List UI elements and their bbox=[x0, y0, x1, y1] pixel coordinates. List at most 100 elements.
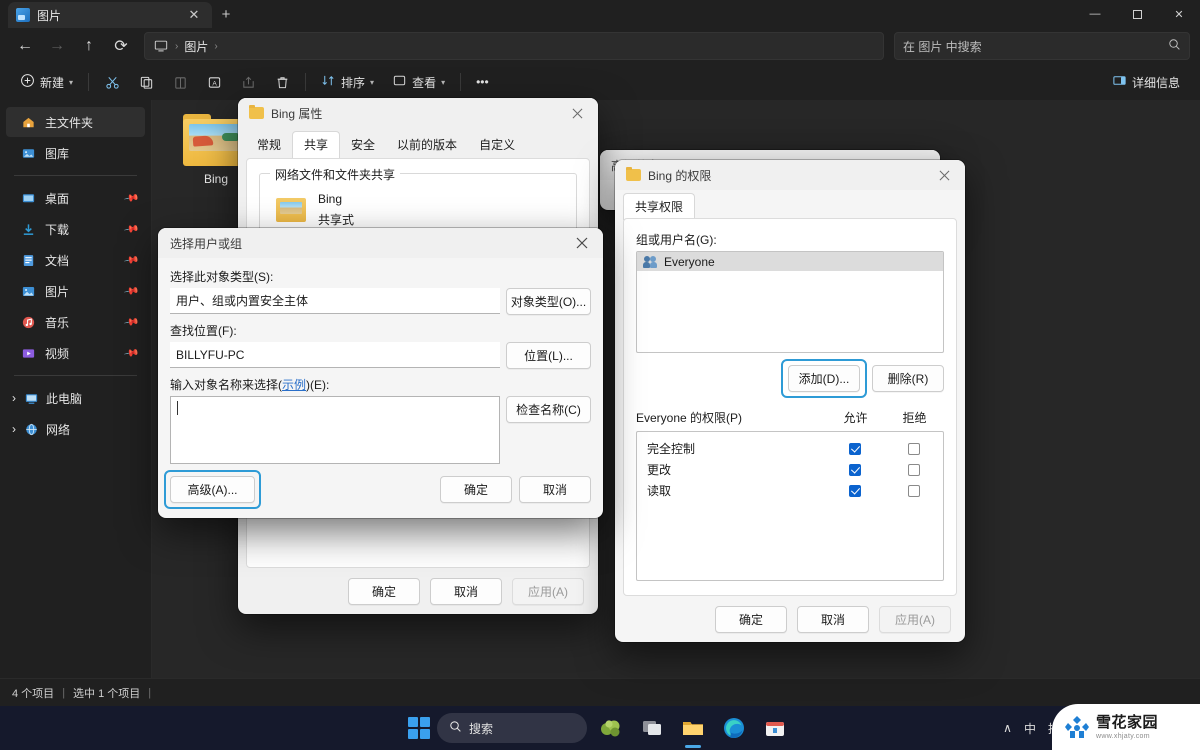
back-button[interactable]: ← bbox=[10, 32, 40, 60]
table-row[interactable]: 更改 bbox=[637, 459, 943, 480]
microsoft-store-icon[interactable] bbox=[758, 711, 792, 745]
check-names-button[interactable]: 检查名称(C) bbox=[506, 396, 591, 423]
sidebar-item-pictures[interactable]: 图片 📌 bbox=[6, 276, 145, 306]
tray-chevron-icon[interactable]: ∧ bbox=[1003, 721, 1012, 735]
select-users-cancel-button[interactable]: 取消 bbox=[519, 476, 591, 503]
deny-checkbox-cell[interactable] bbox=[884, 463, 943, 476]
tab-security[interactable]: 安全 bbox=[340, 132, 386, 158]
pin-icon[interactable]: 📌 bbox=[123, 252, 140, 268]
permissions-cancel-button[interactable]: 取消 bbox=[797, 605, 869, 633]
location-value[interactable]: BILLYFU-PC bbox=[170, 342, 500, 368]
tab-customize[interactable]: 自定义 bbox=[468, 132, 526, 158]
sidebar-item-gallery[interactable]: 图库 bbox=[6, 138, 145, 168]
details-pane-button[interactable]: 详细信息 bbox=[1104, 68, 1188, 96]
properties-ok-button[interactable]: 确定 bbox=[348, 577, 420, 605]
share-name: Bing bbox=[318, 192, 343, 206]
allow-checkbox-cell[interactable] bbox=[825, 484, 884, 497]
deny-checkbox[interactable] bbox=[907, 463, 920, 476]
deny-checkbox-cell[interactable] bbox=[884, 442, 943, 455]
examples-link[interactable]: 示例 bbox=[282, 378, 306, 392]
permissions-dialog[interactable]: Bing 的权限 共享权限 组或用户名(G): Everyone 添加(D)..… bbox=[615, 160, 965, 642]
deny-checkbox[interactable] bbox=[907, 442, 920, 455]
rename-button[interactable]: A bbox=[198, 68, 230, 96]
start-button[interactable] bbox=[408, 717, 430, 739]
more-options-button[interactable]: ••• bbox=[468, 68, 497, 96]
minimize-button[interactable]: — bbox=[1074, 0, 1116, 28]
group-user-list[interactable]: Everyone bbox=[636, 251, 944, 353]
sidebar-item-desktop[interactable]: 桌面 📌 bbox=[6, 183, 145, 213]
allow-checkbox-cell[interactable] bbox=[825, 463, 884, 476]
taskbar-search-input[interactable]: 搜索 bbox=[437, 713, 587, 743]
deny-checkbox[interactable] bbox=[907, 484, 920, 497]
task-view-icon[interactable] bbox=[635, 711, 669, 745]
allow-checkbox-cell[interactable] bbox=[825, 442, 884, 455]
view-icon bbox=[392, 73, 407, 91]
close-window-button[interactable]: ✕ bbox=[1158, 0, 1200, 28]
sort-button[interactable]: 排序 ▾ bbox=[313, 68, 382, 96]
object-names-input[interactable] bbox=[170, 396, 500, 464]
maximize-button[interactable] bbox=[1116, 0, 1158, 28]
allow-checkbox[interactable] bbox=[848, 442, 861, 455]
chevron-right-icon[interactable]: › bbox=[12, 391, 16, 405]
properties-cancel-button[interactable]: 取消 bbox=[430, 577, 502, 605]
locations-button[interactable]: 位置(L)... bbox=[506, 342, 591, 369]
sidebar-item-music[interactable]: 音乐 📌 bbox=[6, 307, 145, 337]
tab-previous-versions[interactable]: 以前的版本 bbox=[386, 132, 468, 158]
breadcrumb-item-pictures[interactable]: 图片 bbox=[184, 38, 208, 55]
network-icon bbox=[23, 421, 39, 437]
taskbar-game-icon[interactable] bbox=[594, 711, 628, 745]
explorer-tab[interactable]: 图片 ✕ bbox=[8, 2, 212, 28]
cut-button[interactable] bbox=[96, 68, 128, 96]
search-input[interactable]: 在 图片 中搜索 bbox=[894, 32, 1190, 60]
edge-browser-icon[interactable] bbox=[717, 711, 751, 745]
allow-checkbox[interactable] bbox=[848, 484, 861, 497]
breadcrumb[interactable]: › 图片 › bbox=[144, 32, 884, 60]
file-explorer-icon[interactable] bbox=[676, 711, 710, 748]
chevron-right-icon[interactable]: › bbox=[12, 422, 16, 436]
ime-mode-indicator[interactable]: 中 bbox=[1024, 720, 1036, 737]
select-users-dialog[interactable]: 选择用户或组 选择此对象类型(S): 用户、组或内置安全主体 对象类型(O)..… bbox=[158, 228, 603, 518]
taskbar-center: 搜索 bbox=[408, 711, 792, 748]
pin-icon[interactable]: 📌 bbox=[123, 345, 140, 361]
close-tab-icon[interactable]: ✕ bbox=[184, 5, 204, 25]
list-item[interactable]: Everyone bbox=[637, 252, 943, 271]
object-type-value[interactable]: 用户、组或内置安全主体 bbox=[170, 288, 500, 314]
advanced-button[interactable]: 高级(A)... bbox=[170, 476, 255, 503]
select-users-ok-button[interactable]: 确定 bbox=[440, 476, 512, 503]
pin-icon[interactable]: 📌 bbox=[123, 221, 140, 237]
table-row[interactable]: 完全控制 bbox=[637, 438, 943, 459]
sidebar-item-home[interactable]: 主文件夹 bbox=[6, 107, 145, 137]
permissions-ok-button[interactable]: 确定 bbox=[715, 605, 787, 633]
up-button[interactable]: ↑ bbox=[74, 32, 104, 60]
sidebar-item-documents[interactable]: 文档 📌 bbox=[6, 245, 145, 275]
table-row[interactable]: 读取 bbox=[637, 480, 943, 501]
refresh-button[interactable]: ⟳ bbox=[106, 32, 136, 60]
shared-folder-icon bbox=[276, 198, 306, 222]
allow-checkbox[interactable] bbox=[848, 463, 861, 476]
close-icon[interactable] bbox=[567, 230, 597, 256]
sidebar-item-this-pc[interactable]: › 此电脑 bbox=[6, 383, 145, 413]
pin-icon[interactable]: 📌 bbox=[123, 314, 140, 330]
sidebar-item-downloads[interactable]: 下载 📌 bbox=[6, 214, 145, 244]
copy-button[interactable] bbox=[130, 68, 162, 96]
new-button[interactable]: 新建 ▾ bbox=[12, 68, 81, 96]
sidebar-item-videos[interactable]: 视频 📌 bbox=[6, 338, 145, 368]
object-types-button[interactable]: 对象类型(O)... bbox=[506, 288, 591, 315]
add-button[interactable]: 添加(D)... bbox=[788, 365, 860, 392]
close-icon[interactable] bbox=[562, 100, 592, 126]
sidebar-item-network[interactable]: › 网络 bbox=[6, 414, 145, 444]
permissions-header-label: Everyone 的权限(P) bbox=[636, 411, 743, 425]
permission-name: 更改 bbox=[647, 463, 672, 477]
pin-icon[interactable]: 📌 bbox=[123, 283, 140, 299]
close-icon[interactable] bbox=[929, 162, 959, 188]
tab-share-permissions[interactable]: 共享权限 bbox=[623, 193, 696, 220]
tab-sharing[interactable]: 共享 bbox=[292, 131, 341, 158]
new-tab-icon[interactable]: + bbox=[216, 4, 236, 24]
view-button[interactable]: 查看 ▾ bbox=[384, 68, 453, 96]
delete-button[interactable] bbox=[266, 68, 298, 96]
permissions-title: Bing 的权限 bbox=[648, 168, 712, 183]
deny-checkbox-cell[interactable] bbox=[884, 484, 943, 497]
tab-general[interactable]: 常规 bbox=[246, 132, 292, 158]
remove-button[interactable]: 删除(R) bbox=[872, 365, 944, 392]
pin-icon[interactable]: 📌 bbox=[123, 190, 140, 206]
